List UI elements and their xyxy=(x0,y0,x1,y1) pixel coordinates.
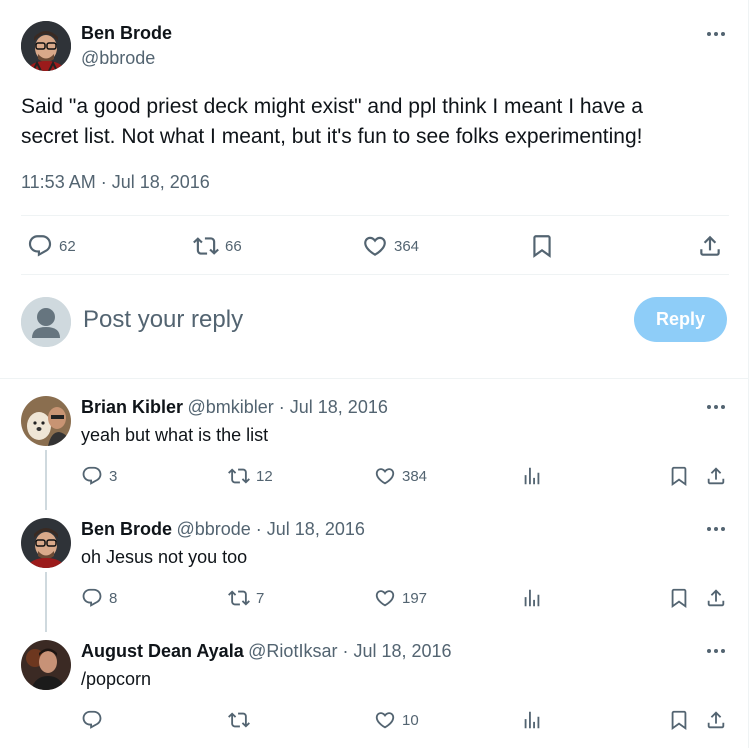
bookmark-icon xyxy=(668,465,690,487)
reply-text: yeah but what is the list xyxy=(81,425,269,445)
views-button[interactable] xyxy=(521,465,543,487)
views-button[interactable] xyxy=(521,709,543,731)
retweet-button[interactable] xyxy=(228,709,256,731)
share-icon xyxy=(705,709,727,731)
share-icon xyxy=(697,233,723,259)
bookmark-button[interactable] xyxy=(668,465,690,487)
reply-author-avatar[interactable] xyxy=(21,396,71,446)
reply-submit-button[interactable]: Reply xyxy=(634,297,727,342)
tweet-timestamp[interactable]: 11:53 AM · Jul 18, 2016 xyxy=(21,172,210,193)
reply-author-name[interactable]: Ben Brode xyxy=(81,519,172,539)
retweet-button[interactable]: 12 xyxy=(228,465,273,487)
author-avatar[interactable] xyxy=(21,21,71,71)
reply-text: /popcorn xyxy=(81,669,152,689)
reply-author-name[interactable]: August Dean Ayala xyxy=(81,641,244,661)
heart-icon xyxy=(374,465,396,487)
more-icon[interactable] xyxy=(704,398,728,416)
reply-meta[interactable]: @bmkibler · Jul 18, 2016 xyxy=(187,397,387,417)
bookmark-button[interactable] xyxy=(668,709,690,731)
reply-meta[interactable]: @bbrode · Jul 18, 2016 xyxy=(176,519,364,539)
thread-line xyxy=(45,572,47,632)
reply-text: oh Jesus not you too xyxy=(81,547,248,567)
reply-icon xyxy=(27,233,53,259)
thread-line xyxy=(45,450,47,510)
bookmark-button[interactable] xyxy=(668,587,690,609)
share-button[interactable] xyxy=(705,465,727,487)
divider xyxy=(0,378,749,379)
retweet-count: 7 xyxy=(256,589,265,607)
retweet-count: 12 xyxy=(256,467,273,485)
views-icon xyxy=(521,709,543,731)
current-user-avatar[interactable] xyxy=(21,297,71,347)
share-button[interactable] xyxy=(705,587,727,609)
retweet-icon xyxy=(228,709,250,731)
share-button[interactable] xyxy=(705,709,727,731)
retweet-icon xyxy=(228,465,250,487)
heart-icon xyxy=(374,709,396,731)
share-icon xyxy=(705,587,727,609)
reply-button[interactable]: 3 xyxy=(81,465,117,487)
reply-icon xyxy=(81,465,103,487)
reply-author-avatar[interactable] xyxy=(21,518,71,568)
divider xyxy=(21,215,729,216)
tweet-detail-panel: Ben Brode @bbrode Said "a good priest de… xyxy=(0,0,749,748)
more-icon[interactable] xyxy=(704,25,728,43)
reply-meta[interactable]: @RiotIksar · Jul 18, 2016 xyxy=(248,641,451,661)
reply-input[interactable]: Post your reply xyxy=(83,306,603,334)
reply-header: August Dean Ayala @RiotIksar · Jul 18, 2… xyxy=(81,641,452,662)
share-icon xyxy=(705,465,727,487)
bookmark-button[interactable] xyxy=(529,233,555,259)
like-count: 197 xyxy=(402,589,428,607)
reply-header: Brian Kibler @bmkibler · Jul 18, 2016 xyxy=(81,397,388,418)
bookmark-icon xyxy=(529,233,555,259)
views-icon xyxy=(521,465,543,487)
heart-icon xyxy=(374,587,396,609)
more-icon[interactable] xyxy=(704,520,728,538)
retweet-button[interactable]: 7 xyxy=(228,587,264,609)
reply-author-name[interactable]: Brian Kibler xyxy=(81,397,183,417)
like-button[interactable]: 197 xyxy=(374,587,427,609)
like-count: 10 xyxy=(402,711,419,729)
reply-count: 8 xyxy=(109,589,118,607)
like-count: 384 xyxy=(402,467,428,485)
tweet-text: Said "a good priest deck might exist" an… xyxy=(21,92,721,152)
like-count: 364 xyxy=(394,237,420,255)
reply-author-avatar[interactable] xyxy=(21,640,71,690)
reply-button[interactable] xyxy=(81,709,109,731)
bookmark-icon xyxy=(668,587,690,609)
like-button[interactable]: 10 xyxy=(374,709,419,731)
retweet-count: 66 xyxy=(225,237,242,255)
reply-button[interactable]: 8 xyxy=(81,587,117,609)
views-button[interactable] xyxy=(521,587,543,609)
author-name[interactable]: Ben Brode xyxy=(81,23,172,44)
views-icon xyxy=(521,587,543,609)
like-button[interactable]: 364 xyxy=(362,233,419,259)
reply-count: 3 xyxy=(109,467,118,485)
retweet-button[interactable]: 66 xyxy=(193,233,242,259)
retweet-icon xyxy=(193,233,219,259)
more-icon[interactable] xyxy=(704,642,728,660)
reply-count: 62 xyxy=(59,237,76,255)
like-button[interactable]: 384 xyxy=(374,465,427,487)
bookmark-icon xyxy=(668,709,690,731)
reply-icon xyxy=(81,587,103,609)
reply-button[interactable]: 62 xyxy=(27,233,76,259)
tweet-text-line: Said "a good priest deck might exist" an… xyxy=(21,95,643,118)
tweet-text-line: secret list. Not what I meant, but it's … xyxy=(21,125,643,148)
heart-icon xyxy=(362,233,388,259)
author-handle[interactable]: @bbrode xyxy=(81,48,155,69)
retweet-icon xyxy=(228,587,250,609)
reply-icon xyxy=(81,709,103,731)
divider xyxy=(21,274,729,275)
share-button[interactable] xyxy=(697,233,723,259)
reply-header: Ben Brode @bbrode · Jul 18, 2016 xyxy=(81,519,365,540)
